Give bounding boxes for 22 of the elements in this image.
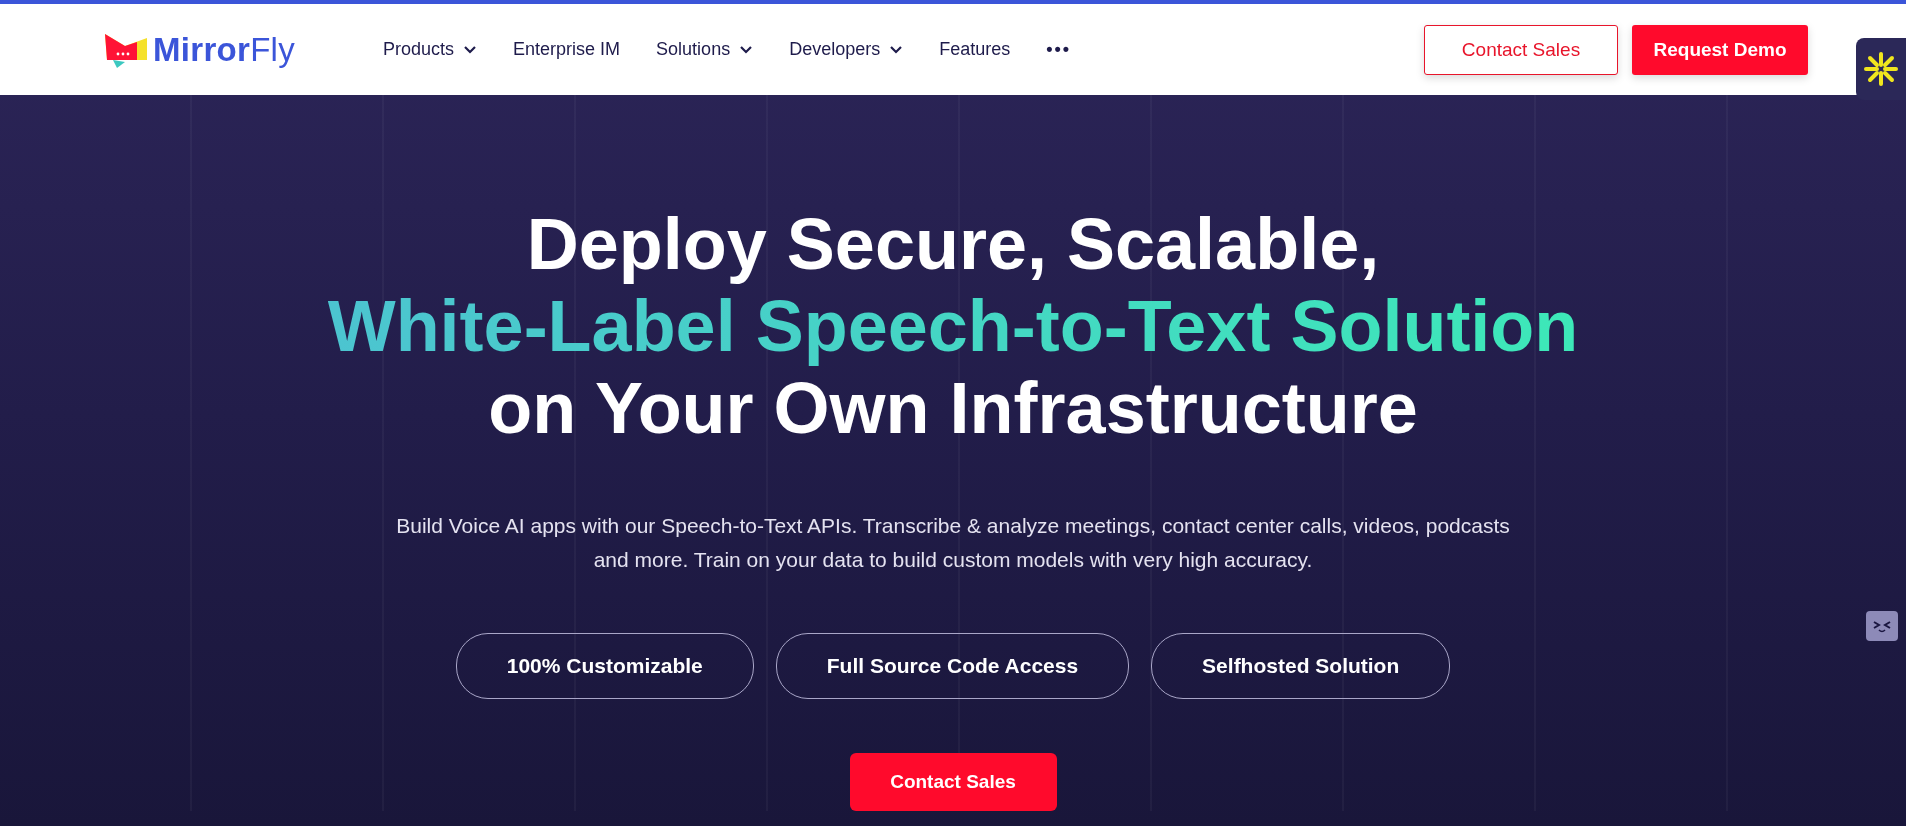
contact-sales-button[interactable]: Contact Sales xyxy=(849,753,1057,811)
feature-pill: Full Source Code Access xyxy=(775,633,1130,699)
hero-heading: on Your Own Infrastructure xyxy=(488,367,1418,449)
feature-pill: 100% Customizable xyxy=(455,633,754,699)
asterisk-icon xyxy=(1863,51,1899,87)
logo-text[interactable]: MirrorFly xyxy=(153,30,296,69)
feature-pill: Selfhosted Solution xyxy=(1151,633,1451,699)
face-icon[interactable] xyxy=(1866,611,1898,641)
nav-link[interactable]: Features xyxy=(939,39,1011,60)
chevron-down-icon xyxy=(739,45,754,54)
chevron-down-icon xyxy=(889,45,904,54)
hero-description: Build Voice AI apps with our Speech-to-Text APIs. Transcribe & analyze meetings, contact center calls, videos, podcasts and more. Train on your data to build custom models with very high accuracy. xyxy=(395,513,1511,573)
nav-link[interactable]: Products xyxy=(383,39,478,60)
more-menu[interactable]: ••• xyxy=(1046,39,1072,60)
chevron-down-icon xyxy=(463,45,478,54)
hero-heading: Deploy Secure, Scalable, xyxy=(526,203,1380,285)
contact-sales-button[interactable]: Contact Sales xyxy=(1424,24,1618,75)
request-demo-button[interactable]: Request Demo xyxy=(1632,24,1808,75)
nav-link[interactable]: Solutions xyxy=(656,39,754,60)
widget-tab[interactable] xyxy=(1856,38,1906,100)
nav-link[interactable]: Developers xyxy=(789,39,904,60)
nav-link[interactable]: Enterprise IM xyxy=(513,39,621,60)
